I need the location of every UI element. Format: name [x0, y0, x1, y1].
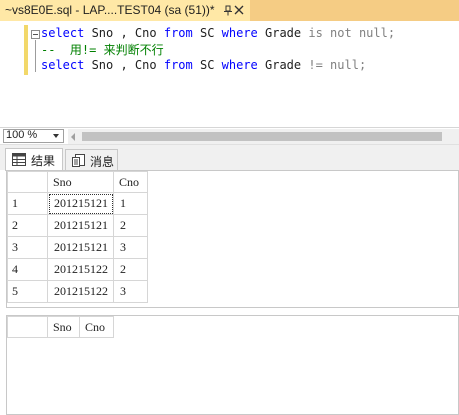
row-number[interactable]: 1 [7, 192, 48, 215]
grid-cell-sno[interactable]: 201215121 [47, 236, 114, 259]
row-number[interactable]: 3 [7, 236, 48, 259]
code-text: SC [192, 26, 222, 40]
keyword: not [322, 26, 352, 40]
keyword: null [322, 58, 359, 72]
zoom-dropdown[interactable]: 100 % [3, 129, 64, 143]
tab-messages[interactable]: 消息 [65, 149, 118, 171]
code-text: Grade [257, 26, 309, 40]
tab-messages-label: 消息 [90, 155, 115, 169]
row-number[interactable]: 5 [7, 280, 48, 303]
code-line-1: select Sno , Cno from SC where Grade is … [41, 26, 395, 40]
keyword: from [163, 26, 193, 40]
messages-icon [72, 154, 85, 167]
column-header-cno[interactable]: Cno [113, 171, 148, 193]
code-text: SC [192, 58, 222, 72]
result-grid-1[interactable]: Sno Cno 1 201215121 1 2 201215121 2 3 20… [7, 171, 148, 303]
row-number[interactable]: 4 [7, 258, 48, 281]
row-number[interactable]: 2 [7, 214, 48, 237]
zoom-bar: 100 % [0, 127, 459, 144]
keyword: where [221, 26, 258, 40]
column-header-sno[interactable]: Sno [47, 171, 114, 193]
column-header-sno[interactable]: Sno [47, 316, 80, 338]
operator: != [308, 58, 323, 72]
grid-cell-cno[interactable]: 3 [113, 236, 148, 259]
pin-icon[interactable] [223, 5, 233, 16]
grid-cell-cno[interactable]: 1 [113, 192, 148, 215]
tab-results[interactable]: 结果 [5, 148, 63, 171]
result-grid-2[interactable]: Sno Cno [7, 316, 114, 338]
keyword: select [41, 26, 85, 40]
code-text: ; [387, 26, 396, 40]
grid-cell-sno[interactable]: 201215122 [47, 280, 114, 303]
row-header-corner[interactable] [7, 316, 48, 338]
keyword: select [41, 58, 85, 72]
table-row[interactable]: 2 201215121 2 [7, 214, 148, 237]
document-tab-title: ~vs8E0E.sql - LAP....TEST04 (sa (51))* [5, 3, 215, 17]
code-line-3: select Sno , Cno from SC where Grade != … [41, 58, 366, 72]
code-text: Sno , Cno [84, 58, 164, 72]
grid-header-row: Sno Cno [7, 316, 114, 338]
grid-cell-cno[interactable]: 2 [113, 258, 148, 281]
outline-line [35, 40, 36, 72]
document-tab[interactable]: ~vs8E0E.sql - LAP....TEST04 (sa (51))* [0, 0, 250, 21]
code-text: ; [358, 58, 367, 72]
results-tab-strip: 结果 消息 [0, 144, 459, 171]
scroll-left-icon[interactable] [71, 133, 75, 141]
grid-cell-sno[interactable]: 201215121 [47, 214, 114, 237]
grid-icon [12, 153, 26, 166]
keyword: from [163, 58, 193, 72]
change-marker [24, 25, 28, 75]
grid-cell-cno[interactable]: 3 [113, 280, 148, 303]
grid-cell-sno[interactable]: 201215121 [47, 192, 114, 215]
close-icon[interactable] [234, 5, 244, 15]
scrollbar-thumb[interactable] [82, 132, 442, 141]
keyword: null [351, 26, 388, 40]
sql-editor[interactable]: select Sno , Cno from SC where Grade is … [0, 21, 459, 127]
chevron-down-icon[interactable] [53, 134, 59, 138]
row-header-corner[interactable] [7, 171, 48, 193]
table-row[interactable]: 1 201215121 1 [7, 192, 148, 215]
zoom-value: 100 % [6, 129, 38, 141]
keyword: where [221, 58, 258, 72]
result-grid-pane-1[interactable]: Sno Cno 1 201215121 1 2 201215121 2 3 20… [6, 170, 459, 308]
code-text: Grade [257, 58, 309, 72]
keyword: is [308, 26, 323, 40]
horizontal-scrollbar[interactable] [68, 129, 459, 144]
table-row[interactable]: 4 201215122 2 [7, 258, 148, 281]
code-comment: -- 用!= 来判断不行 [41, 43, 164, 57]
result-grid-pane-2[interactable]: Sno Cno [6, 315, 459, 415]
table-row[interactable]: 3 201215121 3 [7, 236, 148, 259]
document-tab-bar: ~vs8E0E.sql - LAP....TEST04 (sa (51))* [0, 0, 459, 21]
column-header-cno[interactable]: Cno [79, 316, 114, 338]
tab-results-label: 结果 [31, 154, 56, 168]
code-text: Sno , Cno [84, 26, 164, 40]
table-row[interactable]: 5 201215122 3 [7, 280, 148, 303]
collapse-toggle-icon[interactable] [31, 30, 40, 39]
grid-cell-cno[interactable]: 2 [113, 214, 148, 237]
code-line-2: -- 用!= 来判断不行 [41, 41, 164, 58]
grid-header-row: Sno Cno [7, 171, 148, 193]
grid-cell-sno[interactable]: 201215122 [47, 258, 114, 281]
